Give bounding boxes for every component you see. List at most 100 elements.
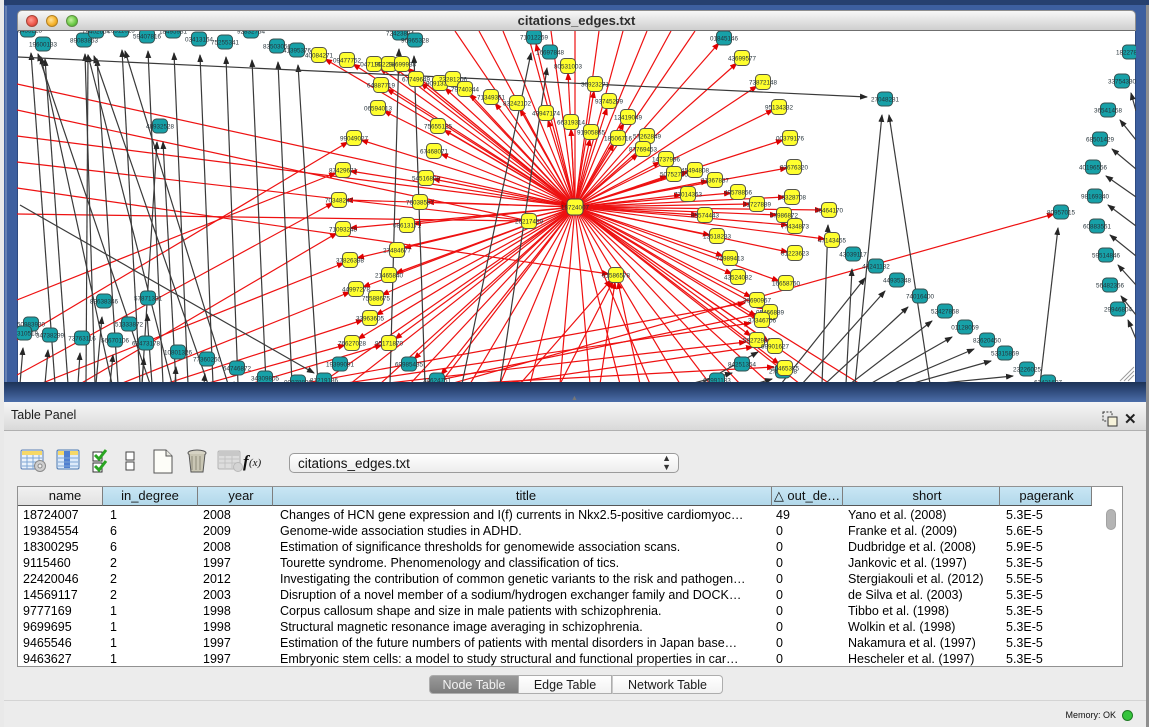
svg-text:57871331: 57871331 — [134, 296, 163, 303]
svg-text:82620450: 82620450 — [973, 338, 1002, 345]
svg-text:57262849: 57262849 — [633, 134, 662, 141]
svg-text:62473178: 62473178 — [132, 341, 161, 348]
svg-text:41241182: 41241182 — [862, 264, 890, 271]
svg-text:64887719: 64887719 — [367, 83, 396, 90]
svg-text:53315869: 53315869 — [991, 351, 1020, 358]
svg-text:73872148: 73872148 — [749, 80, 778, 87]
svg-text:18495931: 18495931 — [159, 31, 188, 36]
svg-text:71349361: 71349361 — [477, 95, 506, 102]
svg-text:66319314: 66319314 — [557, 120, 586, 127]
svg-text:87429671: 87429671 — [329, 168, 358, 175]
svg-text:16328708: 16328708 — [778, 195, 807, 202]
svg-text:01128059: 01128059 — [951, 325, 979, 332]
svg-text:67468071: 67468071 — [420, 149, 449, 156]
svg-text:29946804: 29946804 — [1104, 307, 1133, 314]
svg-text:01845146: 01845146 — [710, 36, 739, 43]
svg-text:79740344: 79740344 — [451, 87, 480, 94]
svg-text:37826398: 37826398 — [336, 258, 365, 265]
svg-text:30923271: 30923271 — [581, 82, 610, 89]
svg-text:18699938: 18699938 — [388, 62, 417, 69]
svg-text:45494808: 45494808 — [681, 168, 710, 175]
svg-text:76627028: 76627028 — [338, 341, 367, 348]
svg-text:18724007: 18724007 — [561, 205, 590, 212]
svg-text:74989413: 74989413 — [716, 256, 745, 263]
svg-text:43699577: 43699577 — [728, 56, 757, 63]
svg-text:77014363: 77014363 — [674, 192, 703, 199]
svg-text:48932528: 48932528 — [146, 124, 175, 131]
svg-text:99049027: 99049027 — [340, 136, 369, 143]
svg-text:77360260: 77360260 — [193, 357, 222, 364]
svg-text:89083863: 89083863 — [70, 38, 99, 45]
svg-text:18227824: 18227824 — [1116, 50, 1136, 57]
svg-text:20465375: 20465375 — [771, 366, 800, 373]
svg-text:70348247: 70348247 — [325, 198, 354, 205]
svg-text:51333872: 51333872 — [115, 322, 144, 329]
svg-text:68501429: 68501429 — [1086, 137, 1115, 144]
svg-text:36690967: 36690967 — [743, 298, 772, 305]
svg-text:71093248: 71093248 — [329, 227, 358, 234]
svg-text:10433218: 10433218 — [17, 31, 42, 35]
svg-text:27484677: 27484677 — [383, 248, 412, 255]
svg-text:34738299: 34738299 — [36, 333, 65, 340]
svg-text:85574443: 85574443 — [691, 213, 720, 220]
svg-text:19600133: 19600133 — [29, 42, 58, 49]
svg-text:40196556: 40196556 — [1079, 165, 1108, 172]
svg-text:16697848: 16697848 — [536, 50, 565, 57]
svg-text:31367837: 31367837 — [701, 178, 730, 185]
svg-text:89638346: 89638346 — [90, 299, 119, 306]
svg-text:95134332: 95134332 — [765, 105, 794, 112]
svg-text:26217459: 26217459 — [515, 219, 544, 226]
svg-text:87769453: 87769453 — [629, 147, 658, 154]
svg-text:75255341: 75255341 — [211, 40, 240, 47]
svg-text:80531003: 80531003 — [554, 64, 583, 71]
svg-text:44997278: 44997278 — [342, 287, 371, 294]
svg-text:12419049: 12419049 — [614, 115, 643, 122]
svg-text:06594013: 06594013 — [364, 106, 393, 113]
svg-text:43524082: 43524082 — [724, 275, 753, 282]
svg-text:79402654: 79402654 — [82, 31, 111, 36]
svg-text:54516808: 54516808 — [412, 176, 441, 183]
svg-text:03413164: 03413164 — [185, 37, 214, 44]
svg-text:56482366: 56482366 — [1096, 283, 1125, 290]
svg-text:47143455: 47143455 — [818, 238, 847, 245]
svg-text:21465840: 21465840 — [375, 273, 404, 280]
svg-text:59407816: 59407816 — [133, 34, 162, 41]
svg-text:92832764: 92832764 — [237, 31, 266, 36]
svg-text:80957015: 80957015 — [1047, 210, 1076, 217]
svg-text:76038597: 76038597 — [406, 200, 435, 207]
svg-text:31727889: 31727889 — [743, 202, 772, 209]
svg-text:84251354: 84251354 — [728, 362, 757, 369]
svg-text:09477752: 09477752 — [333, 58, 362, 65]
svg-text:98169340: 98169340 — [1081, 194, 1110, 201]
svg-text:81223623: 81223623 — [781, 251, 810, 258]
svg-text:27048281: 27048281 — [871, 97, 900, 104]
svg-text:77434873: 77434873 — [781, 224, 810, 231]
svg-text:(x): (x) — [249, 457, 262, 469]
svg-text:18506716: 18506716 — [604, 136, 633, 143]
svg-text:23511615: 23511615 — [107, 31, 135, 35]
svg-text:56464170: 56464170 — [815, 208, 844, 215]
svg-text:83242102: 83242102 — [503, 101, 532, 108]
svg-text:49947174: 49947174 — [532, 111, 561, 118]
svg-text:44935348: 44935348 — [883, 278, 912, 285]
svg-text:40084271: 40084271 — [305, 53, 334, 60]
svg-text:93745299: 93745299 — [595, 99, 624, 106]
svg-text:60883561: 60883561 — [1083, 224, 1112, 231]
svg-text:10801326: 10801326 — [164, 350, 193, 357]
svg-text:74016400: 74016400 — [906, 294, 935, 301]
svg-text:91905865: 91905865 — [577, 130, 606, 137]
svg-text:19399091: 19399091 — [326, 362, 355, 369]
svg-text:00379176: 00379176 — [776, 136, 805, 143]
svg-text:33963605: 33963605 — [356, 316, 385, 323]
svg-text:37346706: 37346706 — [748, 318, 777, 325]
svg-text:49578856: 49578856 — [724, 190, 753, 197]
svg-text:56670106: 56670106 — [101, 338, 130, 345]
svg-text:71012269: 71012269 — [520, 35, 549, 42]
svg-text:43039117: 43039117 — [839, 252, 867, 259]
svg-text:69985435: 69985435 — [395, 362, 424, 369]
svg-text:52427868: 52427868 — [931, 309, 960, 316]
svg-text:69901627: 69901627 — [761, 344, 790, 351]
svg-text:36541458: 36541458 — [1094, 108, 1123, 115]
svg-text:23226025: 23226025 — [1013, 367, 1042, 374]
svg-text:33754330: 33754330 — [1108, 79, 1136, 86]
